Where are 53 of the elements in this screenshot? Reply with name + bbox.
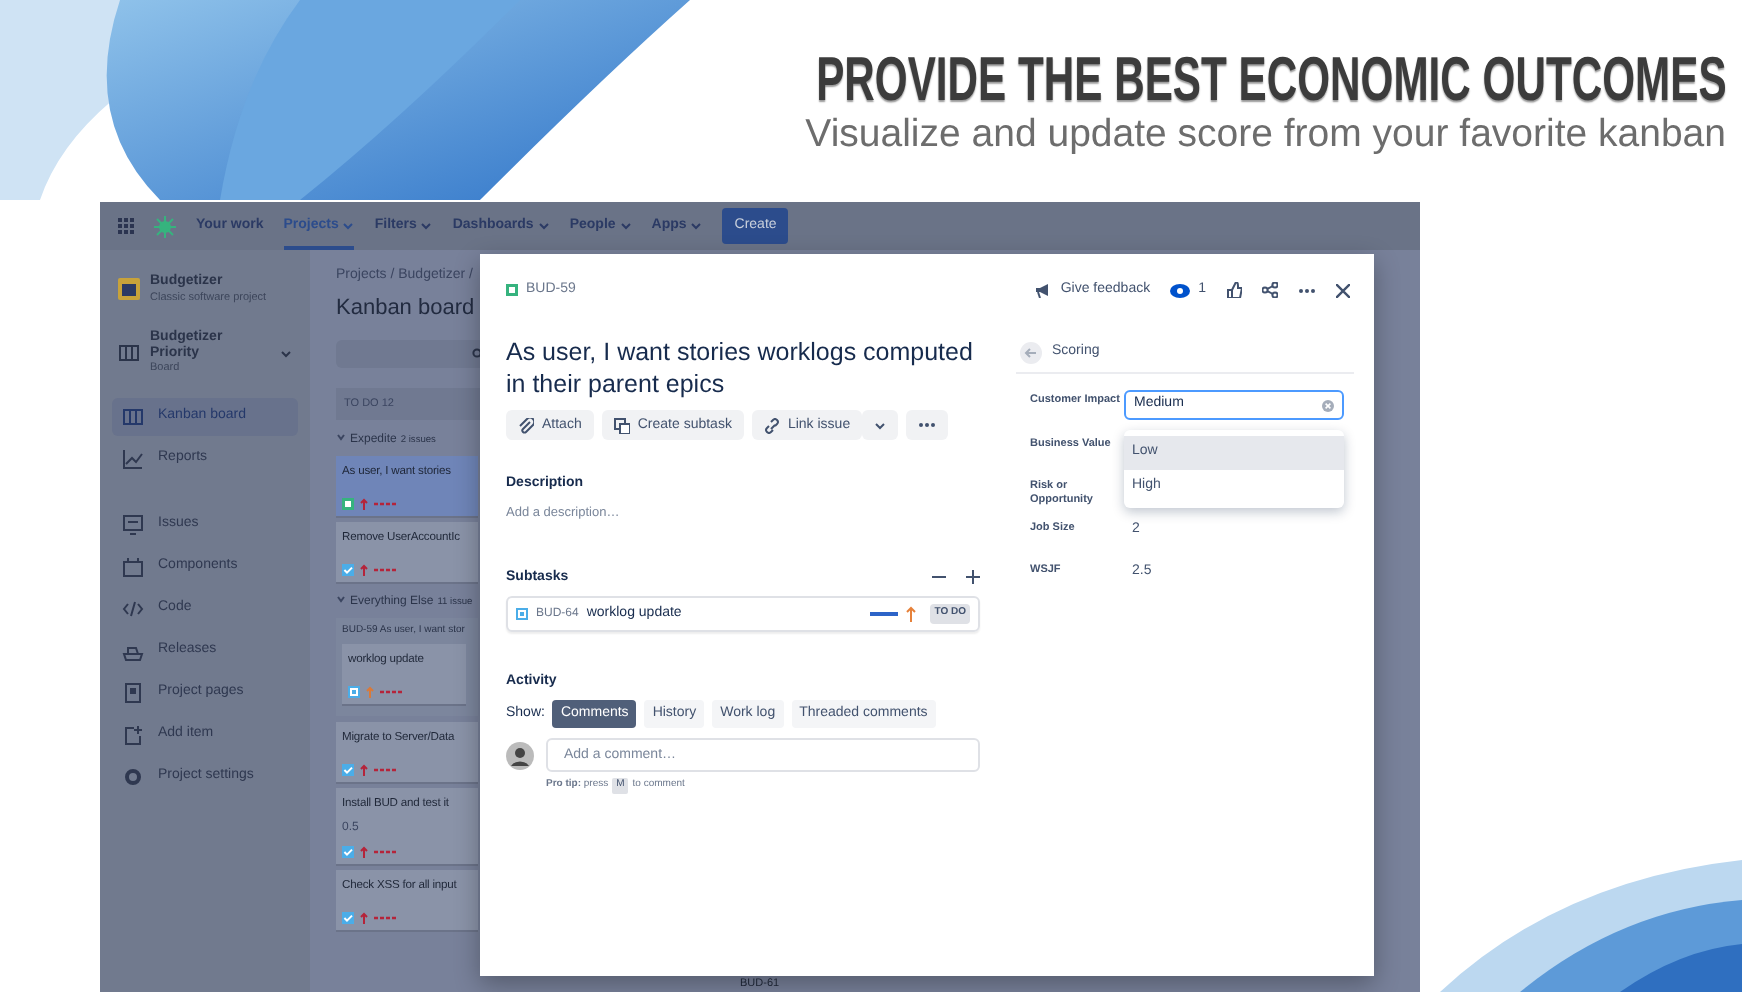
priority-arrow-icon: [360, 497, 368, 510]
priority-arrow-icon: [906, 606, 917, 622]
priority-arrow-icon: [360, 846, 368, 859]
plus-icon[interactable]: [966, 570, 980, 585]
priority-arrow-icon: [360, 563, 368, 576]
dashes-icon: [374, 567, 398, 572]
dashes-icon: [380, 689, 404, 694]
priority-arrow-icon: [360, 763, 368, 775]
link-icon: [763, 417, 780, 434]
more-button[interactable]: [906, 410, 949, 441]
subtask-icon: [516, 608, 528, 620]
dashes-icon: [374, 915, 398, 920]
page-icon: [122, 681, 144, 704]
issue-title: As user, I want stories worklogs computed in their parent epics: [506, 338, 975, 401]
task-icon: [342, 911, 354, 924]
close-icon[interactable]: [1336, 283, 1350, 297]
subtitle: Visualize and update score from your favorite kanban: [805, 113, 1726, 156]
priority-arrow-icon: [366, 685, 374, 698]
dashes-icon: [374, 850, 398, 855]
add-item-icon: [122, 723, 144, 746]
page-title: Kanban board: [336, 293, 477, 323]
task-icon: [342, 563, 354, 576]
story-icon: [506, 284, 518, 296]
avatar-icon: [506, 741, 534, 769]
code-icon: [122, 597, 144, 620]
more-icon[interactable]: [1298, 287, 1316, 293]
task-icon: [342, 846, 354, 859]
caret-icon: [874, 419, 887, 432]
board-icon: [122, 405, 144, 428]
app-grid-icon[interactable]: [118, 218, 134, 234]
caret-icon[interactable]: [280, 347, 292, 360]
subtask-icon: [348, 685, 360, 698]
thumbs-up-icon[interactable]: [1226, 282, 1242, 298]
share-icon[interactable]: [1262, 282, 1278, 298]
eye-icon: [1170, 283, 1191, 297]
chevron-icon[interactable]: [336, 432, 346, 443]
calendar-icon: [122, 555, 144, 578]
project-avatar-icon: [118, 278, 140, 301]
megaphone-icon: [1034, 282, 1053, 298]
chevron-icon[interactable]: [336, 593, 346, 604]
subtask-icon: [613, 417, 630, 434]
more-icon: [918, 422, 937, 429]
dashes-icon: [374, 501, 398, 506]
settings-icon: [122, 765, 144, 788]
headline: PROVIDE THE BEST ECONOMIC OUTCOMES: [815, 48, 1726, 114]
task-icon: [342, 763, 354, 775]
priority-arrow-icon: [360, 911, 368, 924]
board-icon: [118, 342, 140, 365]
paperclip-icon: [518, 417, 534, 434]
story-icon: [342, 497, 354, 510]
dashes-icon: [374, 767, 398, 771]
chart-icon: [122, 447, 144, 470]
monitor-icon: [122, 513, 144, 536]
